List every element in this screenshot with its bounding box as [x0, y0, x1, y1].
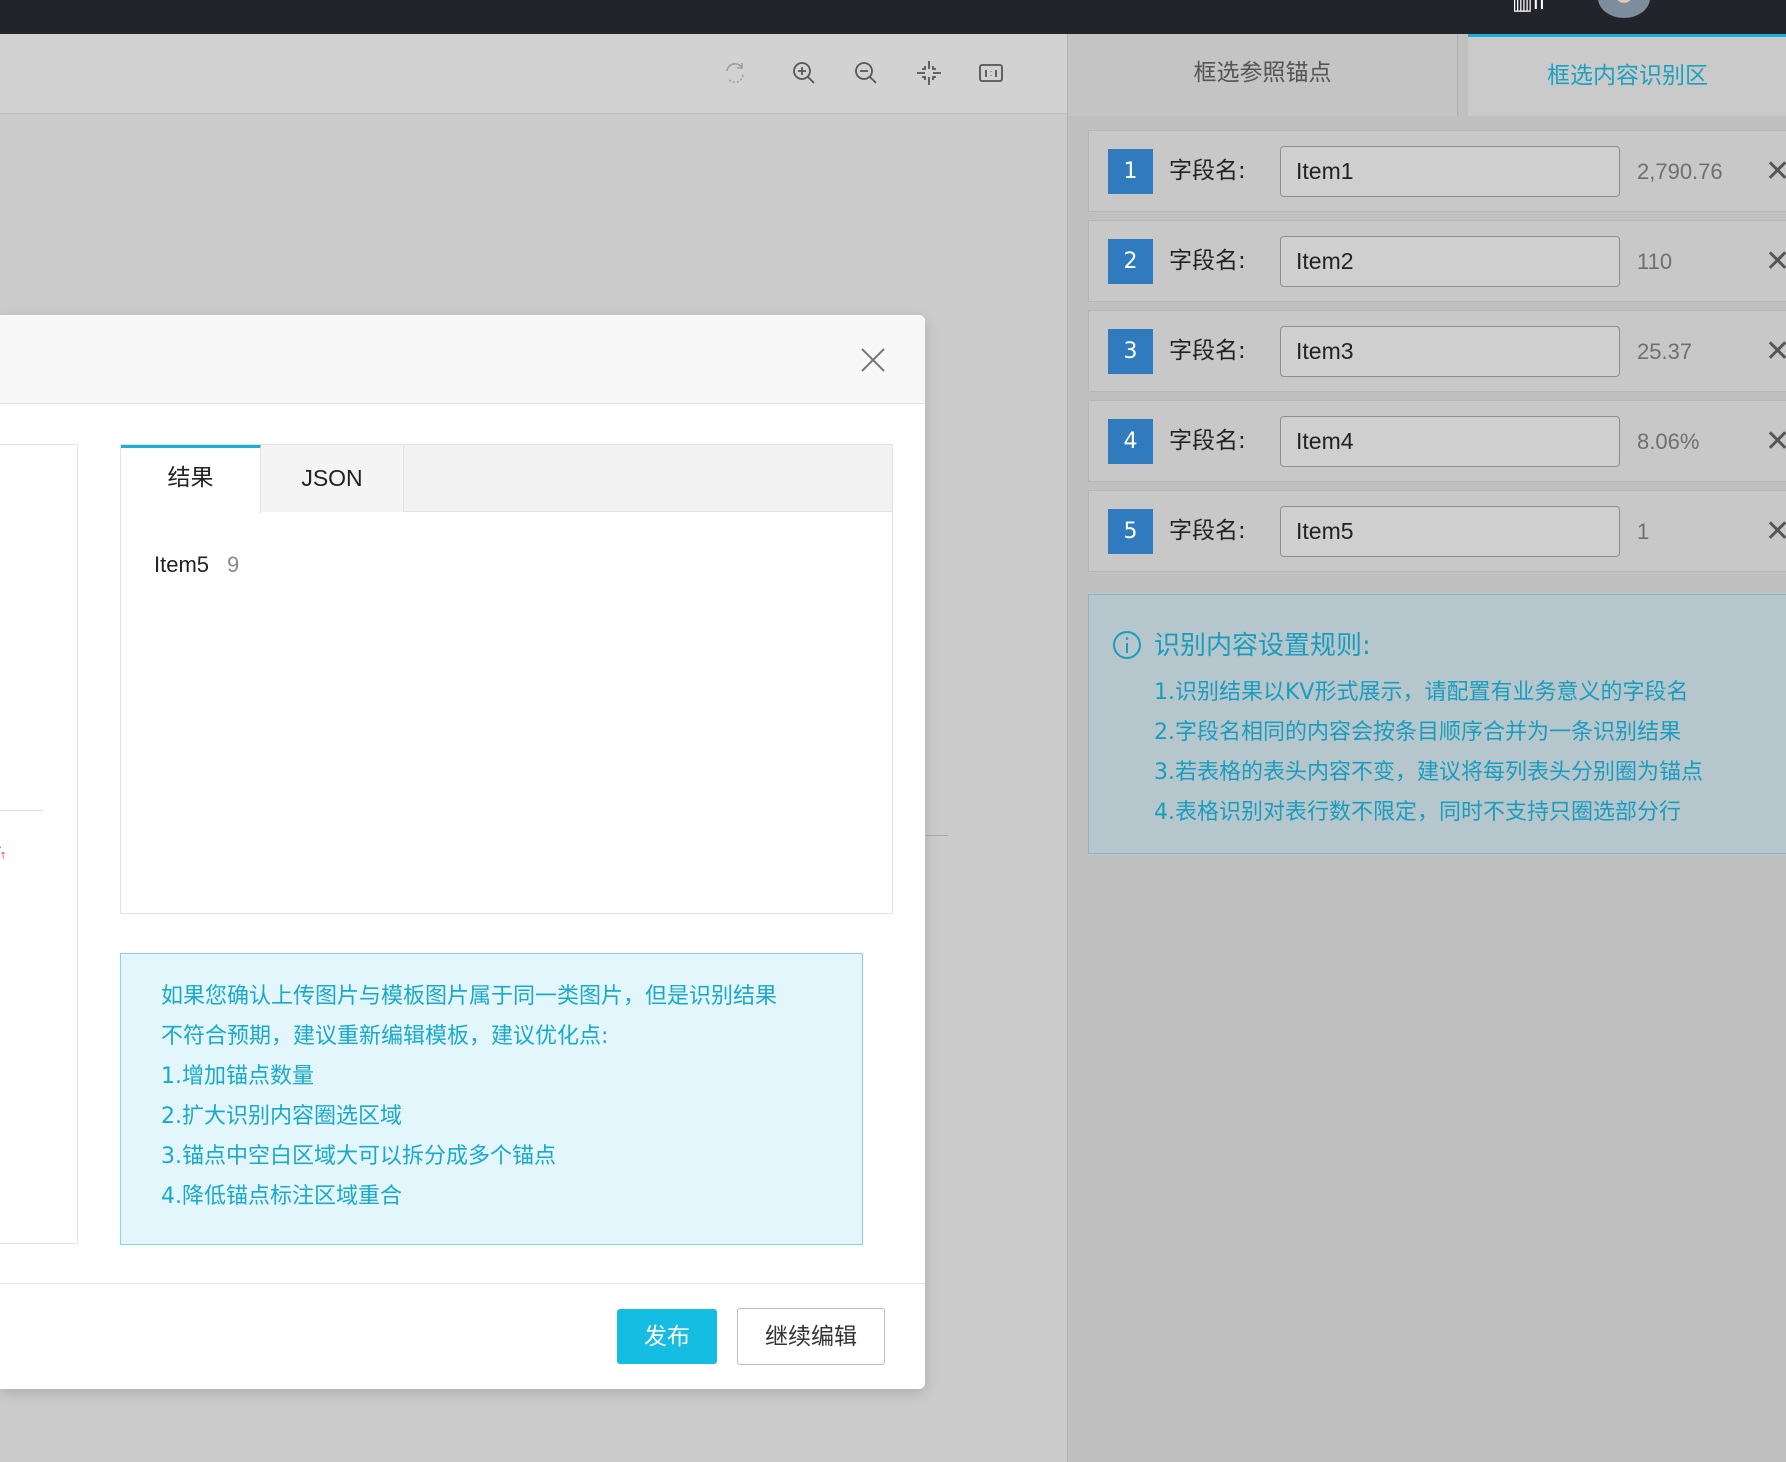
- rules-panel: 识别内容设置规则: 1.识别结果以KV形式展示，请配置有业务意义的字段名 2.字…: [1088, 594, 1786, 854]
- top-bar: ▥ıl: [0, 0, 1786, 34]
- tip-line: 4.降低锚点标注区域重合: [161, 1184, 402, 1209]
- field-result-value: 110: [1637, 249, 1673, 274]
- suggestion-tip: 如果您确认上传图片与模板图片属于同一类图片，但是识别结果 不符合预期，建议重新编…: [120, 953, 863, 1245]
- field-result-value: 25.37: [1637, 339, 1693, 364]
- refresh-icon[interactable]: [720, 58, 750, 88]
- field-result-value: 8.06%: [1637, 429, 1700, 454]
- field-label: 字段名:: [1169, 518, 1246, 544]
- result-entry: Item5 9: [154, 552, 239, 578]
- field-result-value: 1: [1637, 519, 1650, 544]
- close-icon[interactable]: ✕: [1765, 329, 1786, 374]
- result-panel: 结果 JSON Item5 9: [120, 444, 893, 914]
- dialog-header: [0, 315, 925, 404]
- right-panel: 框选参照锚点 框选内容识别区 1 字段名: Item1 2,790.76 ✕ 2…: [1067, 34, 1786, 1462]
- tab-content-region[interactable]: 框选内容识别区: [1468, 34, 1786, 116]
- result-tabs: 结果 JSON: [121, 445, 892, 513]
- zoom-out-icon[interactable]: [851, 58, 881, 88]
- rules-title: 识别内容设置规则:: [1154, 631, 1371, 661]
- field-result-value: 2,790.76: [1637, 159, 1723, 184]
- panel-tabs: 框选参照锚点 框选内容识别区: [1068, 34, 1786, 116]
- zoom-in-icon[interactable]: [789, 58, 819, 88]
- field-row: 4 字段名: Item4 8.06% ✕: [1088, 400, 1786, 482]
- field-number-badge: 1: [1108, 149, 1153, 194]
- chart-icon[interactable]: ▥ıl: [1512, 0, 1558, 12]
- publish-button[interactable]: 发布: [617, 1309, 717, 1364]
- rule-item: 1.识别结果以KV形式展示，请配置有业务意义的字段名: [1154, 680, 1689, 705]
- field-label: 字段名:: [1169, 158, 1246, 184]
- rule-item: 2.字段名相同的内容会按条目顺序合并为一条识别结果: [1154, 720, 1681, 745]
- tab-json[interactable]: JSON: [261, 445, 404, 512]
- continue-edit-button[interactable]: 继续编辑: [737, 1308, 885, 1365]
- rule-item: 3.若表格的表头内容不变，建议将每列表头分别圈为锚点: [1154, 760, 1703, 785]
- field-name-input[interactable]: Item3: [1280, 326, 1620, 377]
- field-name-input[interactable]: Item5: [1280, 506, 1620, 557]
- tab-result[interactable]: 结果: [121, 445, 261, 513]
- field-label: 字段名:: [1169, 338, 1246, 364]
- field-label: 字段名:: [1169, 248, 1246, 274]
- tip-line: 不符合预期，建议重新编辑模板，建议优化点:: [161, 1024, 609, 1049]
- close-icon[interactable]: ✕: [1765, 419, 1786, 464]
- image-preview: · ↑: [0, 444, 78, 1244]
- field-name-input[interactable]: Item4: [1280, 416, 1620, 467]
- preview-line: [0, 810, 43, 811]
- dialog-footer-divider: [0, 1283, 925, 1284]
- info-icon: [1111, 629, 1143, 661]
- field-number-badge: 2: [1108, 239, 1153, 284]
- field-list: 1 字段名: Item1 2,790.76 ✕ 2 字段名: Item2 110…: [1088, 130, 1786, 580]
- tip-line: 如果您确认上传图片与模板图片属于同一类图片，但是识别结果: [161, 984, 778, 1009]
- field-name-input[interactable]: Item1: [1280, 146, 1620, 197]
- tip-text: 如果您确认上传图片与模板图片属于同一类图片，但是识别结果 不符合预期，建议重新编…: [161, 977, 841, 1217]
- field-row: 2 字段名: Item2 110 ✕: [1088, 220, 1786, 302]
- field-row: 3 字段名: Item3 25.37 ✕: [1088, 310, 1786, 392]
- field-number-badge: 5: [1108, 509, 1153, 554]
- avatar[interactable]: [1598, 0, 1650, 18]
- tab-anchor[interactable]: 框选参照锚点: [1068, 34, 1458, 116]
- close-icon[interactable]: ✕: [1765, 149, 1786, 194]
- rule-item: 4.表格识别对表行数不限定，同时不支持只圈选部分行: [1154, 800, 1681, 825]
- tip-line: 2.扩大识别内容圈选区域: [161, 1104, 402, 1129]
- field-number-badge: 3: [1108, 329, 1153, 374]
- result-value: 9: [227, 552, 240, 577]
- tip-line: 3.锚点中空白区域大可以拆分成多个锚点: [161, 1144, 556, 1169]
- actual-size-icon[interactable]: [976, 58, 1006, 88]
- tip-line: 1.增加锚点数量: [161, 1064, 314, 1089]
- rules-list: 1.识别结果以KV形式展示，请配置有业务意义的字段名 2.字段名相同的内容会按条…: [1154, 673, 1703, 833]
- field-name-input[interactable]: Item2: [1280, 236, 1620, 287]
- field-number-badge: 4: [1108, 419, 1153, 464]
- close-icon[interactable]: ✕: [1765, 509, 1786, 554]
- result-key: Item5: [154, 552, 210, 577]
- field-label: 字段名:: [1169, 428, 1246, 454]
- field-row: 5 字段名: Item5 1 ✕: [1088, 490, 1786, 572]
- editor-toolbar: [0, 34, 1067, 114]
- result-dialog: · ↑ 结果 JSON Item5 9 如果您确认上传图片与模板图片属于同一类图片…: [0, 315, 925, 1389]
- fit-screen-icon[interactable]: [914, 58, 944, 88]
- close-icon[interactable]: [858, 345, 888, 375]
- field-row: 1 字段名: Item1 2,790.76 ✕: [1088, 130, 1786, 212]
- close-icon[interactable]: ✕: [1765, 239, 1786, 284]
- preview-marker: · ↑: [0, 844, 8, 862]
- divider: [926, 835, 948, 836]
